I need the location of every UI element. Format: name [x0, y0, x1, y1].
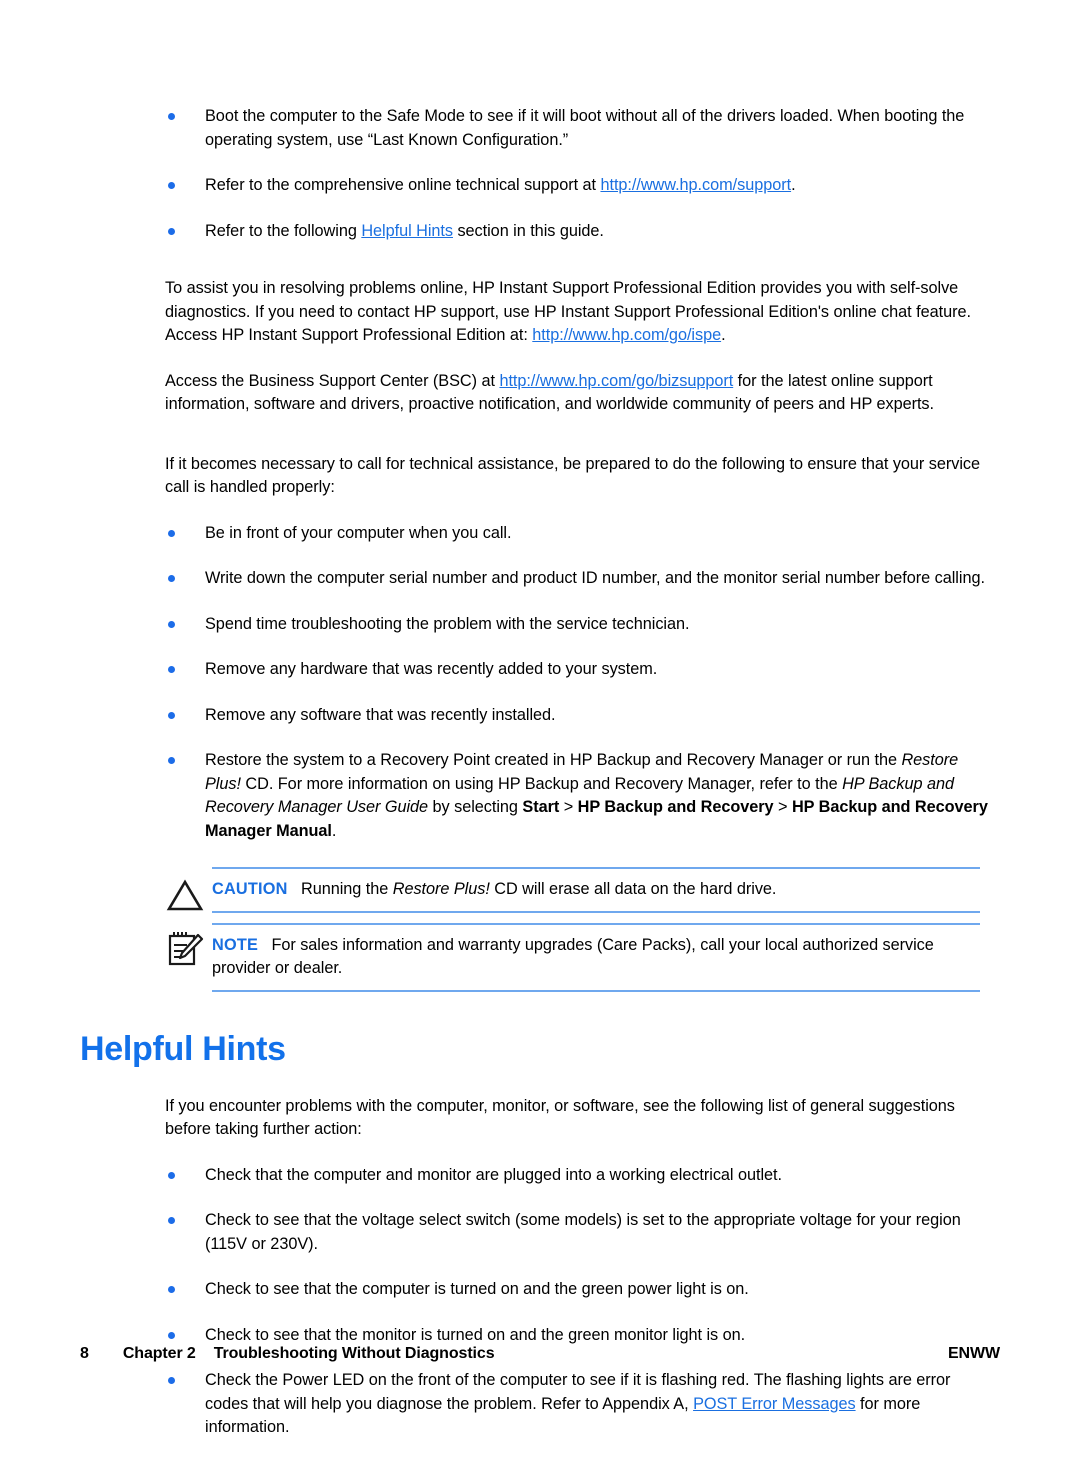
bullet-dot-icon [168, 182, 175, 189]
list-item-text: Check to see that the voltage select swi… [205, 1211, 961, 1253]
list-item-text-tail: . [791, 176, 796, 194]
document-page: Boot the computer to the Safe Mode to se… [0, 0, 1080, 1437]
notepad-pencil-icon [163, 927, 207, 971]
bullet-dot-icon [168, 113, 175, 120]
list-item: Check to see that the monitor is turned … [0, 1324, 1080, 1348]
note-label: NOTE [212, 935, 259, 954]
list-item-text: Be in front of your computer when you ca… [205, 523, 512, 542]
footer-left: 8 Chapter 2 Troubleshooting Without Diag… [80, 1345, 495, 1363]
page-content: Boot the computer to the Safe Mode to se… [0, 0, 1080, 1462]
list-item-text: Check to see that the computer is turned… [205, 1280, 749, 1298]
caution-admonition: CAUTION Running the Restore Plus! CD wil… [0, 867, 1080, 913]
paragraph-business-support: Access the Business Support Center (BSC)… [0, 370, 1080, 417]
bullet-dot-icon [168, 666, 175, 673]
helpful-hints-link[interactable]: Helpful Hints [361, 222, 453, 240]
divider [212, 989, 980, 992]
paragraph-technical-assistance: If it becomes necessary to call for tech… [0, 453, 1080, 500]
list-item: Remove any software that was recently in… [0, 704, 1080, 728]
bullet-dot-icon [168, 529, 175, 537]
list-item-text: Boot the computer to the Safe Mode to se… [205, 107, 965, 149]
menu-start: Start [522, 798, 560, 816]
list-item: Refer to the comprehensive online techni… [0, 174, 1080, 198]
list-item: Be in front of your computer when you ca… [0, 522, 1080, 546]
footer-chapter: Chapter 2 [122, 1345, 196, 1362]
ispe-link[interactable]: http://www.hp.com/go/ispe [532, 326, 721, 344]
list-item-text-3: by selecting [428, 798, 523, 816]
bizsupport-link[interactable]: http://www.hp.com/go/bizsupport [499, 372, 733, 390]
page-number: 8 [80, 1345, 89, 1362]
list-item-text-5: > [773, 798, 792, 816]
page-title: Helpful Hints [80, 1029, 286, 1068]
paragraph-instant-support: To assist you in resolving problems onli… [0, 277, 1080, 348]
list-item-text: Remove any software that was recently in… [205, 705, 556, 724]
menu-hp-backup-recovery: HP Backup and Recovery [577, 798, 774, 816]
bullet-dot-icon [168, 620, 175, 628]
paragraph-text-tail: . [721, 326, 726, 344]
caution-text: Running the [301, 880, 393, 898]
list-item: Check to see that the voltage select swi… [0, 1209, 1080, 1256]
hp-support-link[interactable]: http://www.hp.com/support [600, 176, 791, 194]
list-item-text: Refer to the following [205, 221, 362, 240]
list-item: Write down the computer serial number an… [0, 567, 1080, 591]
list-item: Boot the computer to the Safe Mode to se… [0, 105, 1080, 152]
divider [212, 910, 980, 913]
caution-text-tail: CD will erase all data on the hard drive… [489, 880, 777, 898]
list-item: Check that the computer and monitor are … [0, 1164, 1080, 1188]
list-item-text-2: CD. For more information on using HP Bac… [240, 774, 843, 793]
list-item-text-tail: section in this guide. [452, 221, 604, 240]
list-item-text-6: . [331, 821, 337, 840]
list-item: Check the Power LED on the front of the … [0, 1369, 1080, 1440]
list-item-text: Remove any hardware that was recently ad… [205, 660, 658, 678]
list-item: Refer to the following Helpful Hints sec… [0, 220, 1080, 244]
list-item-text: Restore the system to a Recovery Point c… [205, 751, 902, 769]
list-item: Remove any hardware that was recently ad… [0, 658, 1080, 682]
paragraph-section-intro: If you encounter problems with the compu… [165, 1096, 955, 1139]
note-body: NOTE For sales information and warranty … [212, 925, 995, 990]
bullet-dot-icon [168, 1217, 175, 1224]
list-item-text: Refer to the comprehensive online techni… [205, 176, 601, 194]
list-item-text-4: > [559, 798, 578, 816]
note-text: For sales information and warranty upgra… [212, 935, 934, 978]
list-item-text: Spend time troubleshooting the problem w… [205, 614, 690, 633]
bullet-dot-icon [168, 757, 175, 764]
bullet-dot-icon [168, 227, 175, 235]
caution-label: CAUTION [212, 880, 288, 898]
paragraph-text: If it becomes necessary to call for tech… [165, 454, 980, 497]
list-item: Restore the system to a Recovery Point c… [0, 749, 1080, 843]
caution-body: CAUTION Running the Restore Plus! CD wil… [212, 869, 995, 911]
footer-chapter-title: Troubleshooting Without Diagnostics [213, 1345, 495, 1362]
bullet-dot-icon [168, 575, 175, 582]
list-item-text: Check to see that the monitor is turned … [205, 1325, 746, 1344]
bullet-dot-icon [168, 1171, 175, 1179]
bullet-dot-icon [168, 1377, 175, 1384]
bullet-dot-icon [168, 1331, 175, 1339]
list-item: Spend time troubleshooting the problem w… [0, 613, 1080, 637]
paragraph-text: Access the Business Support Center (BSC)… [165, 371, 500, 390]
bullet-dot-icon [168, 711, 175, 719]
footer-locale: ENWW [947, 1345, 1000, 1362]
list-item-text: Check that the computer and monitor are … [205, 1165, 782, 1184]
bullet-dot-icon [168, 1286, 175, 1293]
restore-plus-title: Restore Plus! [392, 880, 490, 898]
list-item-text: Write down the computer serial number an… [205, 569, 985, 587]
page-footer: 8 Chapter 2 Troubleshooting Without Diag… [0, 1345, 1080, 1363]
list-item: Check to see that the computer is turned… [0, 1278, 1080, 1302]
warning-triangle-icon [163, 873, 207, 917]
note-admonition: NOTE For sales information and warranty … [0, 922, 1080, 992]
post-error-messages-link[interactable]: POST Error Messages [693, 1395, 856, 1413]
